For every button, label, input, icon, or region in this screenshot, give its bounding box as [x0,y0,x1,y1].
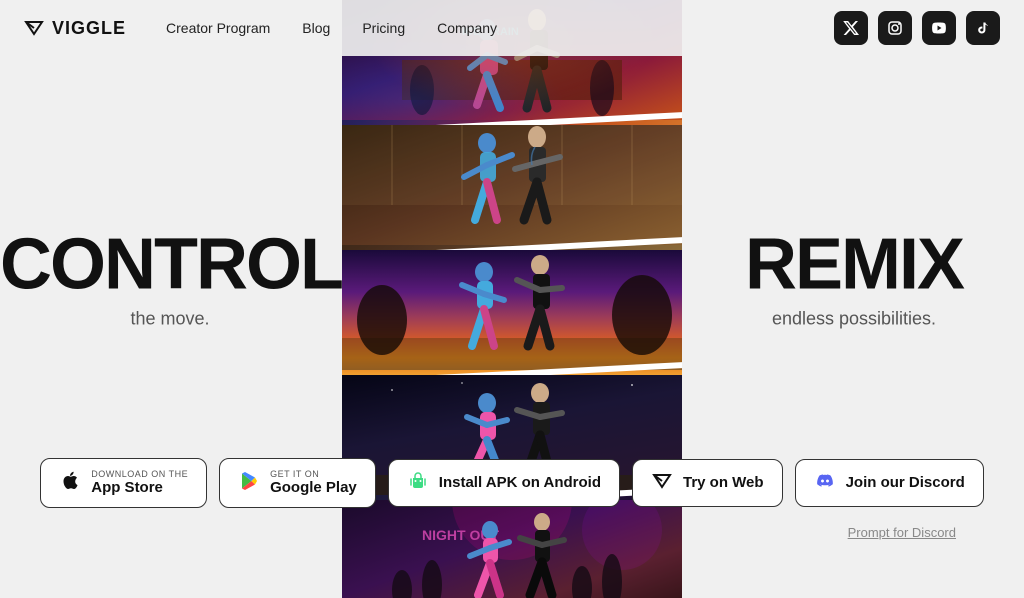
logo-text: VIGGLE [52,18,126,39]
install-apk-main-label: Install APK on Android [439,474,601,492]
app-store-small-label: Download on the [91,469,188,479]
scene-panel-3 [342,250,682,375]
nav-company[interactable]: Company [437,20,497,36]
right-hero-text: REMIX endless possibilities. [684,229,1024,330]
app-store-text: Download on the App Store [91,469,188,497]
instagram-icon[interactable] [878,11,912,45]
tiktok-icon[interactable] [966,11,1000,45]
cta-buttons-row: Download on the App Store GET IT ON Goog… [0,458,1024,508]
left-hero-text: CONTROL the move. [0,229,340,330]
scene-panel-2 [342,125,682,250]
right-sub-word: endless possibilities. [684,309,1024,330]
viggle-logo-icon [24,18,44,38]
left-big-word: CONTROL [0,229,340,301]
try-on-web-button[interactable]: Try on Web [632,459,783,507]
center-image-strip: ICE GRAIN [342,0,682,598]
app-store-main-label: App Store [91,479,163,497]
apple-icon [59,470,81,496]
discord-prompt-link[interactable]: Prompt for Discord [848,525,956,540]
scene3-illustration [342,250,682,370]
discord-text: Join our Discord [846,474,965,492]
nav-blog[interactable]: Blog [302,20,330,36]
nav-pricing[interactable]: Pricing [362,20,405,36]
discord-button[interactable]: Join our Discord [795,459,984,507]
scene2-illustration [342,125,682,245]
scene-panel-5: NIGHT OUT [342,500,682,598]
x-twitter-icon[interactable] [834,11,868,45]
google-play-icon [238,470,260,496]
logo[interactable]: VIGGLE [24,18,126,39]
install-apk-text: Install APK on Android [439,474,601,492]
social-icons [834,11,1000,45]
scene5-illustration: NIGHT OUT [342,500,682,598]
left-sub-word: the move. [0,309,340,330]
nav-links: Creator Program Blog Pricing Company [166,20,497,36]
try-on-web-text: Try on Web [683,474,764,492]
navbar: VIGGLE Creator Program Blog Pricing Comp… [0,0,1024,56]
try-on-web-main-label: Try on Web [683,474,764,492]
app-store-button[interactable]: Download on the App Store [40,458,207,508]
google-play-small-label: GET IT ON [270,469,319,479]
google-play-button[interactable]: GET IT ON Google Play [219,458,376,508]
android-icon [407,470,429,496]
discord-main-label: Join our Discord [846,474,965,492]
viggle-web-icon [651,470,673,496]
nav-creator-program[interactable]: Creator Program [166,20,270,36]
install-apk-button[interactable]: Install APK on Android [388,459,620,507]
google-play-main-label: Google Play [270,479,357,497]
discord-icon [814,470,836,496]
right-big-word: REMIX [684,229,1024,301]
youtube-icon[interactable] [922,11,956,45]
google-play-text: GET IT ON Google Play [270,469,357,497]
